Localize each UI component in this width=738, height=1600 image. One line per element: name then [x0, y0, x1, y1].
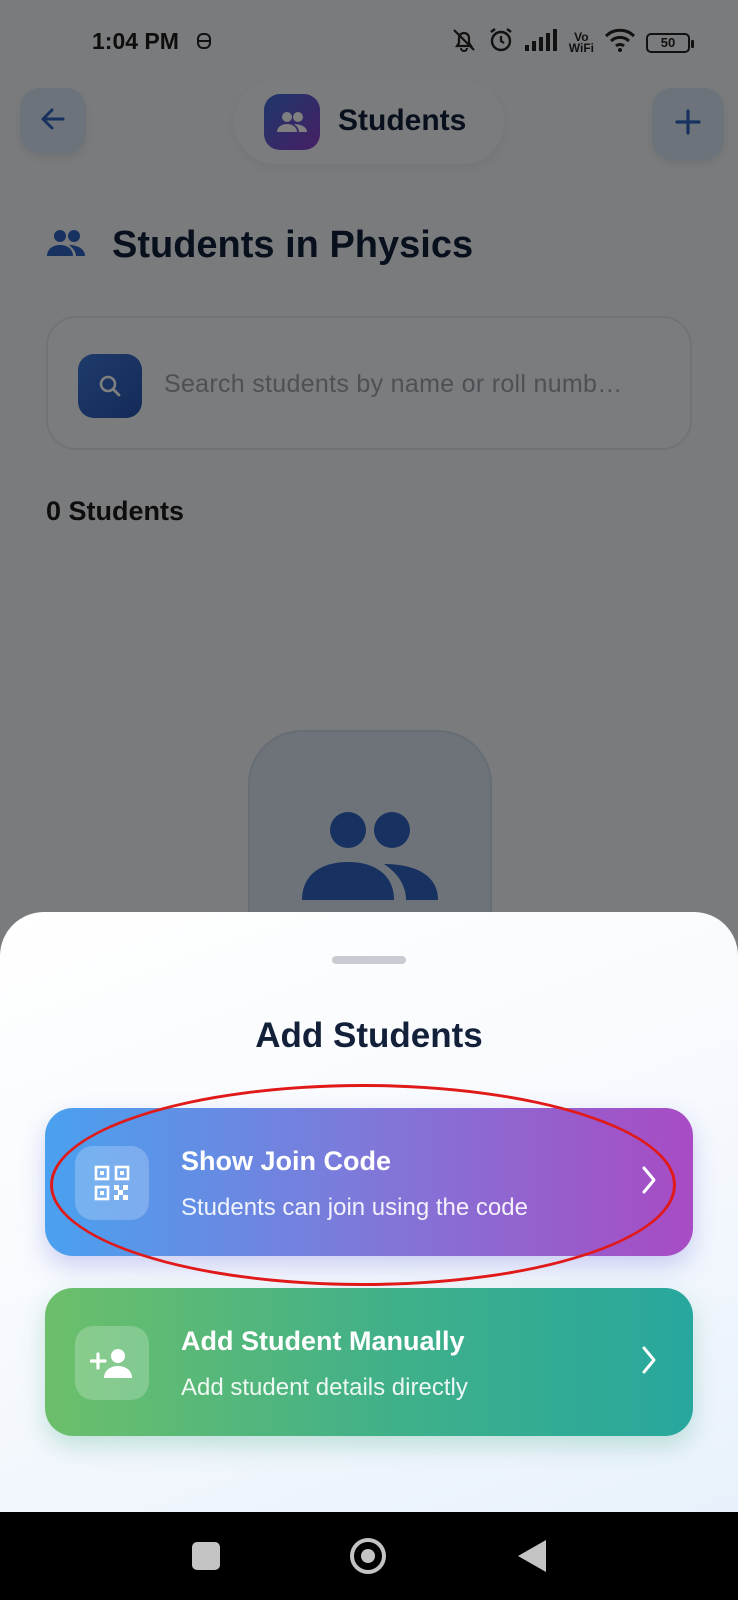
drag-handle[interactable] [332, 956, 406, 964]
option-title: Add Student Manually [181, 1326, 465, 1356]
option-subtitle: Students can join using the code [181, 1194, 528, 1221]
chevron-right-icon [639, 1342, 659, 1383]
recents-button[interactable] [192, 1542, 220, 1570]
option-title: Show Join Code [181, 1146, 392, 1176]
sheet-title: Add Students [255, 1016, 483, 1055]
system-navigation-bar [0, 1512, 738, 1600]
home-button[interactable] [350, 1538, 386, 1574]
show-join-code-button[interactable]: Show Join Code Students can join using t… [45, 1108, 693, 1256]
add-students-sheet: Add Students Show Join Code Students can… [0, 912, 738, 1512]
back-nav-button[interactable] [518, 1540, 546, 1572]
option-subtitle: Add student details directly [181, 1374, 468, 1401]
add-student-manually-button[interactable]: Add Student Manually Add student details… [45, 1288, 693, 1436]
chevron-right-icon [639, 1162, 659, 1203]
qr-code-icon [75, 1146, 149, 1220]
person-add-icon [75, 1326, 149, 1400]
